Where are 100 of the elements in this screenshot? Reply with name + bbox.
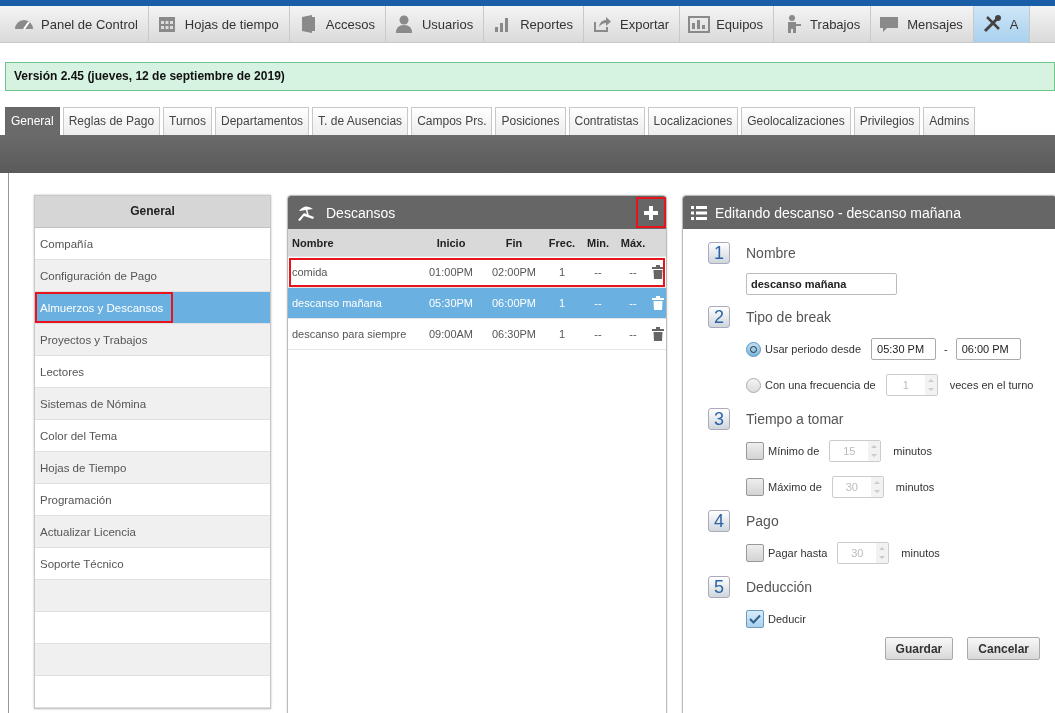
- table-cell-text: 1: [557, 328, 567, 340]
- option-label: Pagar hasta: [768, 547, 828, 559]
- column-header: Máx.: [619, 236, 647, 249]
- table-cell-text: 06:00PM: [491, 297, 537, 309]
- section-title: Deducción: [746, 579, 813, 595]
- nav-item[interactable]: Mensajes: [871, 6, 974, 42]
- sidebar-item[interactable]: Actualizar Licencia: [35, 516, 270, 548]
- equipment-icon: [688, 14, 711, 34]
- panel-title: Descansos: [326, 204, 397, 221]
- step-number: 4: [708, 510, 730, 532]
- checkbox[interactable]: [746, 610, 764, 628]
- tab[interactable]: Turnos: [163, 107, 212, 135]
- table-cell-text: 02:00PM: [491, 266, 537, 278]
- table-cell-text: --: [628, 328, 638, 340]
- add-button[interactable]: [636, 197, 666, 228]
- unit-label: minutos: [895, 481, 935, 493]
- tab[interactable]: Campos Prs.: [411, 107, 493, 135]
- table-cell-text: descanso para siempre: [292, 328, 408, 340]
- nav-item[interactable]: Exportar: [584, 6, 681, 42]
- option-label: Máximo de: [768, 481, 822, 493]
- form-button[interactable]: Guardar: [884, 637, 954, 660]
- step-number: 5: [708, 576, 730, 598]
- checkbox[interactable]: [746, 544, 764, 562]
- version-banner: Versión 2.45 (jueves, 12 de septiembre de 2019): [5, 62, 1055, 91]
- plus-icon: [643, 204, 659, 221]
- nav-item[interactable]: Usuarios: [385, 6, 485, 42]
- table-cell-text: 1: [557, 266, 567, 278]
- spin-arrows-icon: [870, 477, 883, 497]
- table-cell-text: comida: [292, 266, 329, 278]
- column-header: Min.: [586, 236, 610, 249]
- name-field[interactable]: descanso mañana: [746, 273, 897, 295]
- trash-icon: [652, 327, 664, 342]
- sidebar-item[interactable]: Sistemas de Nómina: [35, 388, 270, 420]
- nav-item[interactable]: Hojas de tiempo: [148, 6, 290, 42]
- section-title: Pago: [746, 513, 779, 529]
- radio-button[interactable]: [746, 377, 761, 393]
- sidebar-item[interactable]: Compañía: [35, 228, 270, 260]
- list-icon: [691, 205, 707, 220]
- unit-label: veces en el turno: [949, 379, 1034, 391]
- nav-item[interactable]: Equipos: [680, 6, 775, 42]
- option-label: Deducir: [768, 613, 806, 625]
- sidebar-item[interactable]: Color del Tema: [35, 420, 270, 452]
- table-cell-text: 01:00PM: [428, 266, 474, 278]
- tab[interactable]: Admins: [923, 107, 976, 135]
- sidebar-item[interactable]: Soporte Técnico: [35, 548, 270, 580]
- section-title: Tipo de break: [746, 309, 832, 325]
- nav-item[interactable]: Accesos: [289, 6, 386, 42]
- sidebar-header: General: [35, 196, 270, 228]
- sidebar-item[interactable]: Lectores: [35, 356, 270, 388]
- option-label: Mínimo de: [768, 445, 820, 457]
- tab[interactable]: Localizaciones: [647, 107, 739, 135]
- time-field[interactable]: 05:30 PM: [871, 338, 936, 360]
- checkbox[interactable]: [746, 478, 764, 496]
- nav-item[interactable]: Trabajos: [774, 6, 872, 42]
- trash-icon: [652, 296, 664, 311]
- unit-label: minutos: [893, 445, 932, 457]
- nav-item[interactable]: Panel de Control: [5, 6, 149, 42]
- sidebar-item[interactable]: Proyectos y Trabajos: [35, 324, 270, 356]
- tab[interactable]: Departamentos: [215, 107, 310, 135]
- export-icon: [592, 14, 614, 34]
- panel-title: Editando descanso - descanso mañana: [715, 204, 962, 221]
- unit-label: minutos: [901, 547, 940, 559]
- section-title: Tiempo a tomar: [746, 411, 844, 427]
- column-header: Fin: [504, 236, 524, 249]
- tab[interactable]: T. de Ausencias: [312, 107, 409, 135]
- tab[interactable]: Privilegios: [853, 107, 921, 135]
- step-number: 1: [708, 242, 730, 264]
- trash-icon: [652, 265, 664, 280]
- step-number: 3: [708, 408, 730, 430]
- option-label: Usar periodo desde: [765, 343, 861, 355]
- tab[interactable]: Posiciones: [495, 107, 566, 135]
- tab[interactable]: Reglas de Pago: [62, 107, 161, 135]
- sidebar-item[interactable]: Configuración de Pago: [35, 260, 270, 292]
- option-label: Con una frecuencia de: [765, 379, 876, 391]
- table-cell-text: descanso mañana: [292, 297, 383, 309]
- column-header: Nombre: [292, 236, 335, 249]
- nav-item[interactable]: A: [973, 6, 1030, 42]
- column-header: Frec.: [547, 236, 577, 249]
- check-icon: [749, 614, 761, 624]
- tab[interactable]: Geolocalizaciones: [741, 107, 851, 135]
- table-cell-text: 1: [557, 297, 567, 309]
- table-cell-text: 09:00AM: [428, 328, 474, 340]
- step-number: 2: [708, 306, 730, 328]
- spin-arrows-icon: [868, 441, 881, 461]
- section-title: Nombre: [746, 245, 796, 261]
- table-cell-text: --: [628, 266, 638, 278]
- tab[interactable]: General: [5, 107, 60, 135]
- form-button[interactable]: Cancelar: [967, 637, 1040, 660]
- table-cell-text: --: [593, 328, 603, 340]
- tools-icon: [981, 14, 1004, 34]
- table-row[interactable]: comida 01:00PM 02:00PM 1 -- --: [288, 257, 666, 288]
- spin-arrows-icon: [924, 375, 937, 395]
- checkbox[interactable]: [746, 442, 764, 460]
- nav-item[interactable]: Reportes: [484, 6, 584, 42]
- sidebar-item[interactable]: Hojas de Tiempo: [35, 452, 270, 484]
- table-row[interactable]: descanso para siempre 09:00AM 06:30PM 1 -- --: [288, 319, 666, 350]
- tab[interactable]: Contratistas: [568, 107, 645, 135]
- time-field[interactable]: 06:00 PM: [955, 338, 1021, 360]
- radio-button[interactable]: [746, 341, 761, 357]
- sidebar-item[interactable]: Programación: [35, 484, 270, 516]
